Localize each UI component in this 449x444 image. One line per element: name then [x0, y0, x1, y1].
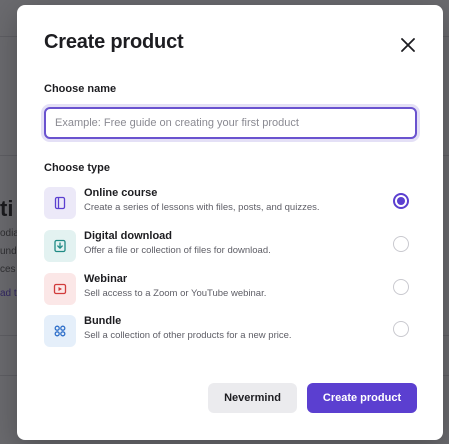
grid-icon — [54, 325, 66, 337]
download-icon — [54, 239, 66, 253]
type-icon-container — [44, 187, 76, 219]
type-option-title: Webinar — [84, 273, 128, 285]
create-product-button[interactable]: Create product — [307, 383, 417, 413]
type-option-online-course[interactable]: Online course Create a series of lessons… — [44, 187, 417, 221]
name-section-label: Choose name — [44, 83, 117, 95]
type-section-label: Choose type — [44, 162, 111, 174]
product-name-input[interactable] — [44, 107, 417, 139]
book-icon — [54, 196, 66, 210]
type-option-title: Bundle — [84, 315, 122, 327]
type-option-bundle[interactable]: Bundle Sell a collection of other produc… — [44, 315, 417, 349]
type-option-webinar[interactable]: Webinar Sell access to a Zoom or YouTube… — [44, 273, 417, 307]
type-radio[interactable] — [393, 321, 409, 337]
type-option-title: Digital download — [84, 230, 172, 242]
type-option-digital-download[interactable]: Digital download Offer a file or collect… — [44, 230, 417, 264]
close-icon — [401, 38, 415, 52]
type-radio[interactable] — [393, 236, 409, 252]
type-option-description: Create a series of lessons with files, p… — [84, 202, 320, 213]
type-icon-container — [44, 273, 76, 305]
nevermind-button[interactable]: Nevermind — [208, 383, 297, 413]
close-button[interactable] — [398, 35, 418, 55]
type-option-description: Sell access to a Zoom or YouTube webinar… — [84, 288, 267, 299]
type-option-description: Offer a file or collection of files for … — [84, 245, 271, 256]
dialog-title: Create product — [44, 31, 184, 53]
type-icon-container — [44, 230, 76, 262]
type-icon-container — [44, 315, 76, 347]
create-product-dialog: Create product Choose name Choose type O… — [17, 5, 443, 440]
type-option-description: Sell a collection of other products for … — [84, 330, 292, 341]
video-icon — [53, 283, 67, 295]
type-option-title: Online course — [84, 187, 158, 199]
type-radio[interactable] — [393, 279, 409, 295]
type-radio-selected[interactable] — [393, 193, 409, 209]
